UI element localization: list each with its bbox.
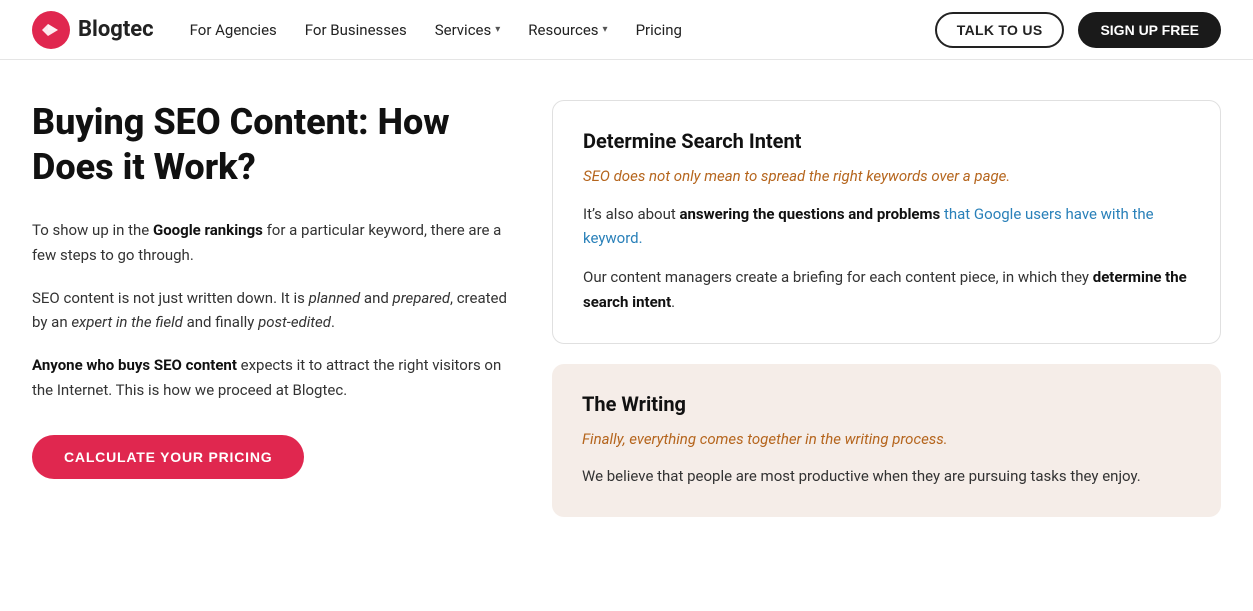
paragraph-seo-content: SEO content is not just written down. It… [32, 286, 512, 336]
nav-for-agencies[interactable]: For Agencies [190, 21, 277, 39]
services-chevron-icon: ▾ [495, 24, 500, 35]
writing-card: The Writing Finally, everything comes to… [552, 364, 1221, 517]
paragraph-google-rankings: To show up in the Google rankings for a … [32, 218, 512, 268]
search-intent-subtitle: SEO does not only mean to spread the rig… [583, 165, 1190, 188]
search-intent-card: Determine Search Intent SEO does not onl… [552, 100, 1221, 344]
navbar: Blogtec For Agencies For Businesses Serv… [0, 0, 1253, 60]
right-column: Determine Search Intent SEO does not onl… [552, 100, 1221, 517]
finally-em: Finally [582, 430, 623, 448]
logo-text: Blogtec [78, 17, 154, 42]
main-content: Buying SEO Content: How Does it Work? To… [0, 60, 1253, 549]
post-edited-em: post-edited [258, 313, 331, 331]
sign-up-free-button[interactable]: SIGN UP FREE [1078, 12, 1221, 48]
google-rankings-bold: Google rankings [153, 221, 263, 239]
page-title: Buying SEO Content: How Does it Work? [32, 100, 512, 190]
logo-link[interactable]: Blogtec [32, 11, 154, 49]
writing-subtitle: Finally, everything comes together in th… [582, 428, 1191, 451]
nav-links: For Agencies For Businesses Services ▾ R… [190, 21, 935, 39]
planned-em: planned [309, 289, 361, 307]
nav-services[interactable]: Services ▾ [435, 21, 501, 39]
answering-questions-bold: answering the questions and problems [680, 205, 941, 223]
search-intent-title: Determine Search Intent [583, 129, 1190, 153]
nav-actions: TALK TO US SIGN UP FREE [935, 12, 1221, 48]
nav-pricing[interactable]: Pricing [636, 21, 682, 39]
search-intent-body1: It’s also about answering the questions … [583, 202, 1190, 252]
calculate-pricing-button[interactable]: CALCULATE YOUR PRICING [32, 435, 304, 479]
resources-chevron-icon: ▾ [603, 24, 608, 35]
writing-title: The Writing [582, 392, 1191, 416]
nav-for-businesses[interactable]: For Businesses [305, 21, 407, 39]
talk-to-us-button[interactable]: TALK TO US [935, 12, 1065, 48]
writing-body1: We believe that people are most producti… [582, 464, 1191, 489]
paragraph-anyone-buys: Anyone who buys SEO content expects it t… [32, 353, 512, 403]
left-column: Buying SEO Content: How Does it Work? To… [32, 100, 512, 517]
nav-resources[interactable]: Resources ▾ [528, 21, 607, 39]
search-intent-body2: Our content managers create a briefing f… [583, 265, 1190, 315]
expert-em: expert in the field [71, 313, 183, 331]
anyone-buys-bold: Anyone who buys SEO content [32, 356, 237, 374]
logo-icon [32, 11, 70, 49]
prepared-em: prepared [393, 289, 450, 307]
